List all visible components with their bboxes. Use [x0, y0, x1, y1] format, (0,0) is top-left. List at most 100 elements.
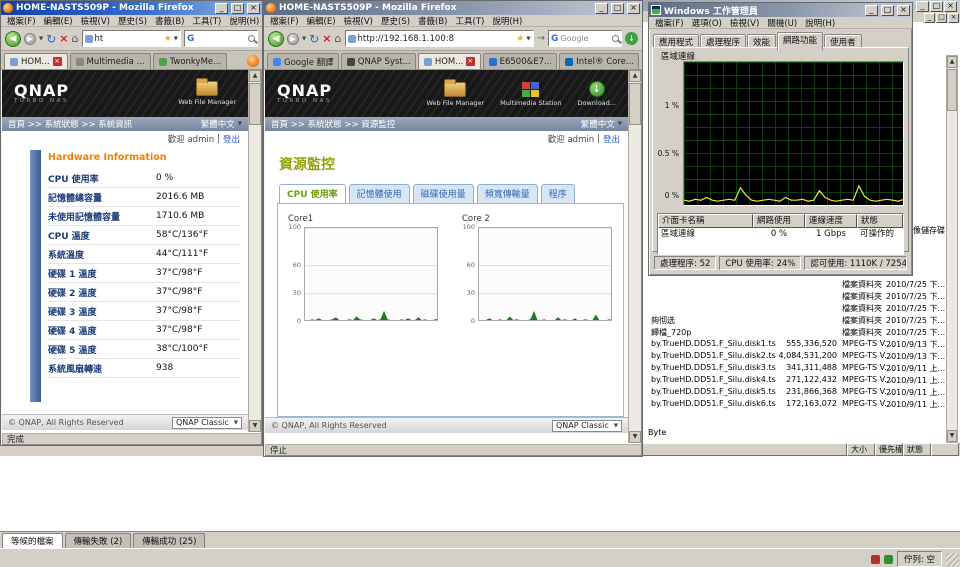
tab-home-nas[interactable]: HOM... ×	[4, 53, 68, 69]
url-dropdown-icon[interactable]: ▼	[526, 36, 530, 42]
language-select[interactable]: 繁體中文 ▼	[581, 118, 622, 130]
close-button[interactable]: ×	[627, 2, 640, 14]
forward-button[interactable]: ▶	[24, 32, 36, 45]
scroll-thumb[interactable]	[947, 69, 957, 111]
theme-select[interactable]: QNAP Classic ▼	[171, 416, 242, 429]
scroll-thumb[interactable]	[249, 83, 261, 125]
close-button[interactable]: ×	[944, 1, 957, 12]
scroll-down-icon[interactable]: ▼	[629, 431, 641, 443]
close-button[interactable]: ×	[948, 13, 959, 23]
home-button[interactable]: ⌂	[72, 33, 79, 44]
page-scrollbar[interactable]: ▲ ▼	[628, 70, 641, 443]
column-network-utilization[interactable]: 網路使用	[753, 214, 805, 228]
go-button[interactable]: →	[537, 33, 545, 44]
search-icon[interactable]	[248, 35, 255, 42]
web-file-manager-shortcut[interactable]: Web File Manager	[178, 78, 236, 106]
tab-networking[interactable]: 網路功能	[777, 32, 824, 50]
url-dropdown-icon[interactable]: ▼	[174, 36, 178, 42]
stop-button[interactable]: ×	[59, 33, 68, 44]
tab-cpu-compare[interactable]: E6500&E7...	[482, 53, 558, 69]
back-button[interactable]: ◀	[268, 30, 284, 47]
menu-help[interactable]: 說明(H)	[802, 17, 838, 29]
titlebar[interactable]: Windows 工作管理員 _ □ ×	[649, 3, 912, 17]
maximize-button[interactable]: □	[930, 1, 943, 12]
queue-column-size[interactable]: 大小	[847, 443, 875, 456]
logout-link[interactable]: 登出	[223, 133, 240, 145]
tab-home-nas[interactable]: HOM... ×	[417, 53, 481, 69]
menu-edit[interactable]: 編輯(E)	[304, 15, 339, 27]
address-bar[interactable]: http://192.168.1.100:8 ★ ▼	[344, 30, 534, 47]
menu-file[interactable]: 檔案(F)	[267, 15, 302, 27]
maximize-button[interactable]: □	[231, 2, 244, 14]
minimize-button[interactable]: _	[916, 1, 929, 12]
menu-history[interactable]: 歷史(S)	[115, 15, 150, 27]
theme-select[interactable]: QNAP Classic ▼	[551, 419, 622, 432]
minimize-button[interactable]: _	[595, 2, 608, 14]
home-button[interactable]: ⌂	[335, 33, 342, 44]
menu-file[interactable]: 檔案(F)	[652, 17, 687, 29]
minimize-button[interactable]: _	[215, 2, 228, 14]
download-station-shortcut[interactable]: ↓ Download...	[577, 80, 616, 107]
history-dropdown-icon[interactable]: ▼	[302, 36, 306, 42]
minimize-button[interactable]: _	[865, 4, 878, 16]
tab-google-translate[interactable]: Google 翻譯	[267, 53, 339, 69]
refresh-button[interactable]: ↻	[309, 33, 319, 45]
tab-twonkymedia[interactable]: TwonkyMe...	[152, 53, 228, 69]
tab-queued-files[interactable]: 等候的檔案	[2, 533, 63, 548]
menu-edit[interactable]: 編輯(E)	[41, 15, 76, 27]
tab-intel-core[interactable]: Intel® Core...	[559, 53, 639, 69]
menu-help[interactable]: 說明(H)	[489, 15, 525, 27]
logout-link[interactable]: 登出	[603, 133, 620, 145]
tab-bandwidth-usage[interactable]: 頻寬傳輸量	[476, 184, 538, 203]
web-file-manager-shortcut[interactable]: Web File Manager	[427, 78, 484, 107]
resize-grip[interactable]	[946, 553, 959, 566]
transfer-queue-list[interactable]	[0, 456, 960, 531]
menu-bookmarks[interactable]: 書籤(B)	[152, 15, 187, 27]
menu-help[interactable]: 說明(H)	[226, 15, 262, 27]
tab-multimedia[interactable]: Multimedia ...	[69, 53, 151, 69]
tab-disk-usage[interactable]: 磁碟使用量	[412, 184, 474, 203]
column-adapter-name[interactable]: 介面卡名稱	[658, 214, 753, 228]
page-scrollbar[interactable]: ▲ ▼	[248, 70, 261, 432]
close-button[interactable]: ×	[247, 2, 260, 14]
tab-memory-usage[interactable]: 記憶體使用	[348, 184, 410, 203]
column-link-speed[interactable]: 連線速度	[805, 214, 857, 228]
breadcrumb[interactable]: 首頁 >> 系統狀態 >> 系統資訊	[8, 118, 132, 130]
menu-history[interactable]: 歷史(S)	[378, 15, 413, 27]
queue-column-priority[interactable]: 優先權	[875, 443, 903, 456]
address-bar[interactable]: ht ★ ▼	[81, 30, 181, 47]
tab-close-icon[interactable]: ×	[465, 57, 475, 66]
maximize-button[interactable]: □	[881, 4, 894, 16]
language-select[interactable]: 繁體中文 ▼	[201, 118, 242, 130]
download-manager-icon[interactable]: ↓	[625, 32, 638, 45]
menu-view[interactable]: 檢視(V)	[78, 15, 113, 27]
file-list-scrollbar[interactable]: ▲ ▼	[946, 55, 958, 443]
history-dropdown-icon[interactable]: ▼	[39, 36, 43, 42]
menu-tools[interactable]: 工具(T)	[453, 15, 488, 27]
menu-view[interactable]: 檢視(V)	[727, 17, 762, 29]
stop-button[interactable]: ×	[322, 33, 331, 44]
maximize-button[interactable]: □	[936, 13, 947, 23]
menu-options[interactable]: 選項(O)	[689, 17, 725, 29]
back-button[interactable]: ◀	[5, 30, 21, 47]
scroll-down-icon[interactable]: ▼	[249, 420, 261, 432]
table-row[interactable]: 區域連線 0 % 1 Gbps 可操作的	[658, 228, 903, 241]
titlebar[interactable]: HOME-NASTS509P - Mozilla Firefox _ □ ×	[264, 1, 642, 15]
column-state[interactable]: 狀態	[857, 214, 903, 228]
minimize-button[interactable]: _	[924, 13, 935, 23]
breadcrumb[interactable]: 首頁 >> 系統狀態 >> 資源監控	[271, 118, 395, 130]
close-button[interactable]: ×	[897, 4, 910, 16]
menu-view[interactable]: 檢視(V)	[341, 15, 376, 27]
search-input[interactable]: G Google	[548, 30, 622, 47]
tab-cpu-usage[interactable]: CPU 使用率	[279, 184, 346, 203]
queue-column-file[interactable]	[641, 443, 847, 456]
maximize-button[interactable]: □	[611, 2, 624, 14]
scroll-up-icon[interactable]: ▲	[629, 70, 641, 82]
menu-bookmarks[interactable]: 書籤(B)	[415, 15, 450, 27]
menu-tools[interactable]: 工具(T)	[190, 15, 225, 27]
bookmark-star-icon[interactable]: ★	[164, 34, 172, 44]
search-input[interactable]: G	[184, 30, 258, 47]
bookmark-star-icon[interactable]: ★	[516, 34, 524, 44]
scroll-up-icon[interactable]: ▲	[249, 70, 261, 82]
tab-qnap-system[interactable]: QNAP Syst...	[340, 53, 416, 69]
